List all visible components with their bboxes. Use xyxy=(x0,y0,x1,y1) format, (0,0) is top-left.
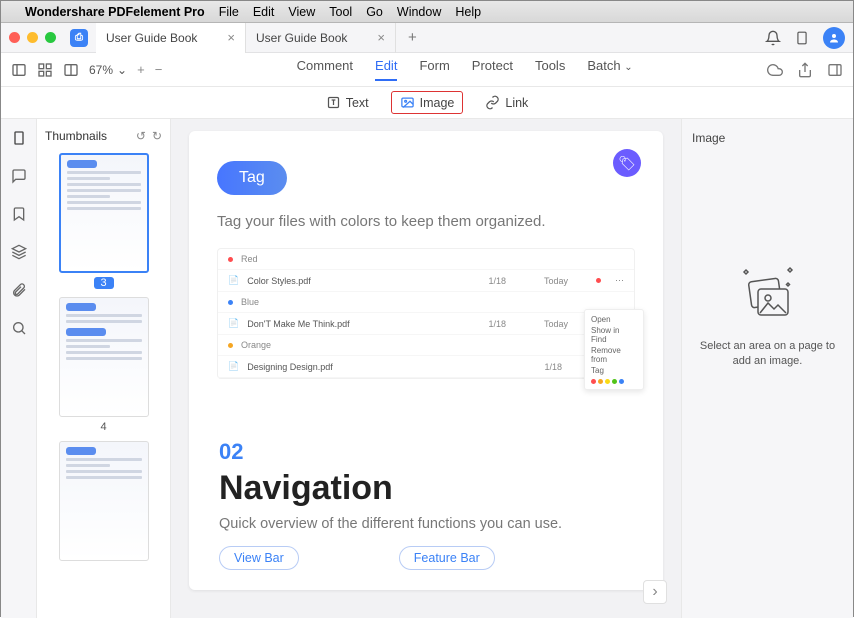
menu-edit[interactable]: Edit xyxy=(253,5,275,19)
document-tab-2[interactable]: User Guide Book × xyxy=(246,23,396,53)
edit-text-label: Text xyxy=(346,96,369,110)
app-logo-icon: ⎙ xyxy=(70,29,88,47)
menu-view[interactable]: View xyxy=(288,5,315,19)
menu-go[interactable]: Go xyxy=(366,5,383,19)
thumbnails-panel: Thumbnails ↺ ↻ 3 4 xyxy=(37,119,171,618)
document-tab-1[interactable]: User Guide Book × xyxy=(96,23,246,53)
right-panel: Image Select an area on a page to add an… xyxy=(681,119,853,618)
rotate-left-icon[interactable]: ↺ xyxy=(136,129,146,143)
thumbnails-rail-icon[interactable] xyxy=(10,129,28,147)
sidebar-toggle-icon[interactable] xyxy=(11,62,27,78)
share-icon[interactable] xyxy=(797,62,813,78)
zoom-control[interactable]: 67% ⌄ xyxy=(89,63,127,77)
zoom-value: 67% xyxy=(89,63,113,77)
rotate-right-icon[interactable]: ↻ xyxy=(152,129,162,143)
thumbnail-number: 4 xyxy=(59,421,149,433)
tab-title: User Guide Book xyxy=(256,31,347,45)
thumbnails-title: Thumbnails xyxy=(45,129,107,143)
chip-view-bar: View Bar xyxy=(219,546,299,570)
user-avatar[interactable] xyxy=(823,27,845,49)
zoom-out-button[interactable]: − xyxy=(155,62,163,77)
close-tab-icon[interactable]: × xyxy=(227,30,235,45)
window-controls xyxy=(9,32,56,43)
tag-circle-icon: 🏷 xyxy=(613,149,641,177)
tab-edit[interactable]: Edit xyxy=(375,58,397,81)
layers-rail-icon[interactable] xyxy=(10,243,28,261)
bookmarks-rail-icon[interactable] xyxy=(10,205,28,223)
comments-rail-icon[interactable] xyxy=(10,167,28,185)
section-number: 02 xyxy=(219,439,633,465)
tab-batch[interactable]: Batch ⌄ xyxy=(587,58,632,81)
main-area: Thumbnails ↺ ↻ 3 4 🏷 Tag Tag your files … xyxy=(1,119,853,618)
new-tab-button[interactable]: + xyxy=(396,29,429,46)
page-content: 🏷 Tag Tag your files with colors to keep… xyxy=(189,131,663,590)
edit-link-button[interactable]: Link xyxy=(477,92,536,113)
menu-help[interactable]: Help xyxy=(455,5,481,19)
cloud-icon[interactable] xyxy=(767,62,783,78)
close-window-button[interactable] xyxy=(9,32,20,43)
minimize-window-button[interactable] xyxy=(27,32,38,43)
section-subtitle: Quick overview of the different function… xyxy=(219,516,633,532)
section-title: Navigation xyxy=(219,469,633,508)
menu-tool[interactable]: Tool xyxy=(329,5,352,19)
edit-image-label: Image xyxy=(420,96,455,110)
thumbnail-page-5[interactable] xyxy=(59,441,149,561)
tab-tools[interactable]: Tools xyxy=(535,58,565,81)
file-list-illustration: Red 📄Color Styles.pdf1/18Today⋯ Blue 📄Do… xyxy=(217,248,635,379)
image-placeholder-icon xyxy=(738,265,798,325)
right-panel-title: Image xyxy=(692,131,843,145)
close-tab-icon[interactable]: × xyxy=(377,30,385,45)
chip-feature-bar: Feature Bar xyxy=(399,546,495,570)
main-toolbar: 67% ⌄ + − Comment Edit Form Protect Tool… xyxy=(1,53,853,87)
document-canvas[interactable]: 🏷 Tag Tag your files with colors to keep… xyxy=(171,119,681,618)
maximize-window-button[interactable] xyxy=(45,32,56,43)
chevron-down-icon: ⌄ xyxy=(624,62,632,73)
titlebar: ⎙ User Guide Book × User Guide Book × + xyxy=(1,23,853,53)
thumbnail-page-3[interactable]: 3 xyxy=(59,153,149,289)
right-panel-message: Select an area on a page to add an image… xyxy=(692,339,843,370)
grid-icon[interactable] xyxy=(37,62,53,78)
panel-icon[interactable] xyxy=(827,62,843,78)
app-name[interactable]: Wondershare PDFelement Pro xyxy=(25,5,205,19)
phone-icon[interactable] xyxy=(795,30,809,46)
tab-title: User Guide Book xyxy=(106,31,197,45)
edit-sub-toolbar: Text Image Link xyxy=(1,87,853,119)
tab-form[interactable]: Form xyxy=(419,58,449,81)
tag-subtitle: Tag your files with colors to keep them … xyxy=(217,213,635,230)
attachments-rail-icon[interactable] xyxy=(10,281,28,299)
context-menu-illustration: Open Show in Find Remove from Tag xyxy=(584,309,644,390)
bell-icon[interactable] xyxy=(765,30,781,46)
tag-pill: Tag xyxy=(217,161,287,195)
section-navigation: 02 Navigation Quick overview of the diff… xyxy=(217,439,635,570)
thumbnail-page-4[interactable]: 4 xyxy=(59,297,149,433)
search-rail-icon[interactable] xyxy=(10,319,28,337)
macos-menubar: Wondershare PDFelement Pro File Edit Vie… xyxy=(1,1,853,23)
menu-window[interactable]: Window xyxy=(397,5,441,19)
next-page-button[interactable]: › xyxy=(643,580,667,604)
tab-protect[interactable]: Protect xyxy=(472,58,513,81)
thumbnail-number: 3 xyxy=(94,277,114,289)
chevron-down-icon: ⌄ xyxy=(117,63,127,77)
tab-comment[interactable]: Comment xyxy=(297,58,353,81)
edit-link-label: Link xyxy=(505,96,528,110)
layout-icon[interactable] xyxy=(63,62,79,78)
zoom-in-button[interactable]: + xyxy=(137,62,145,77)
menu-file[interactable]: File xyxy=(219,5,239,19)
edit-image-button[interactable]: Image xyxy=(391,91,464,114)
left-rail xyxy=(1,119,37,618)
edit-text-button[interactable]: Text xyxy=(318,92,377,113)
